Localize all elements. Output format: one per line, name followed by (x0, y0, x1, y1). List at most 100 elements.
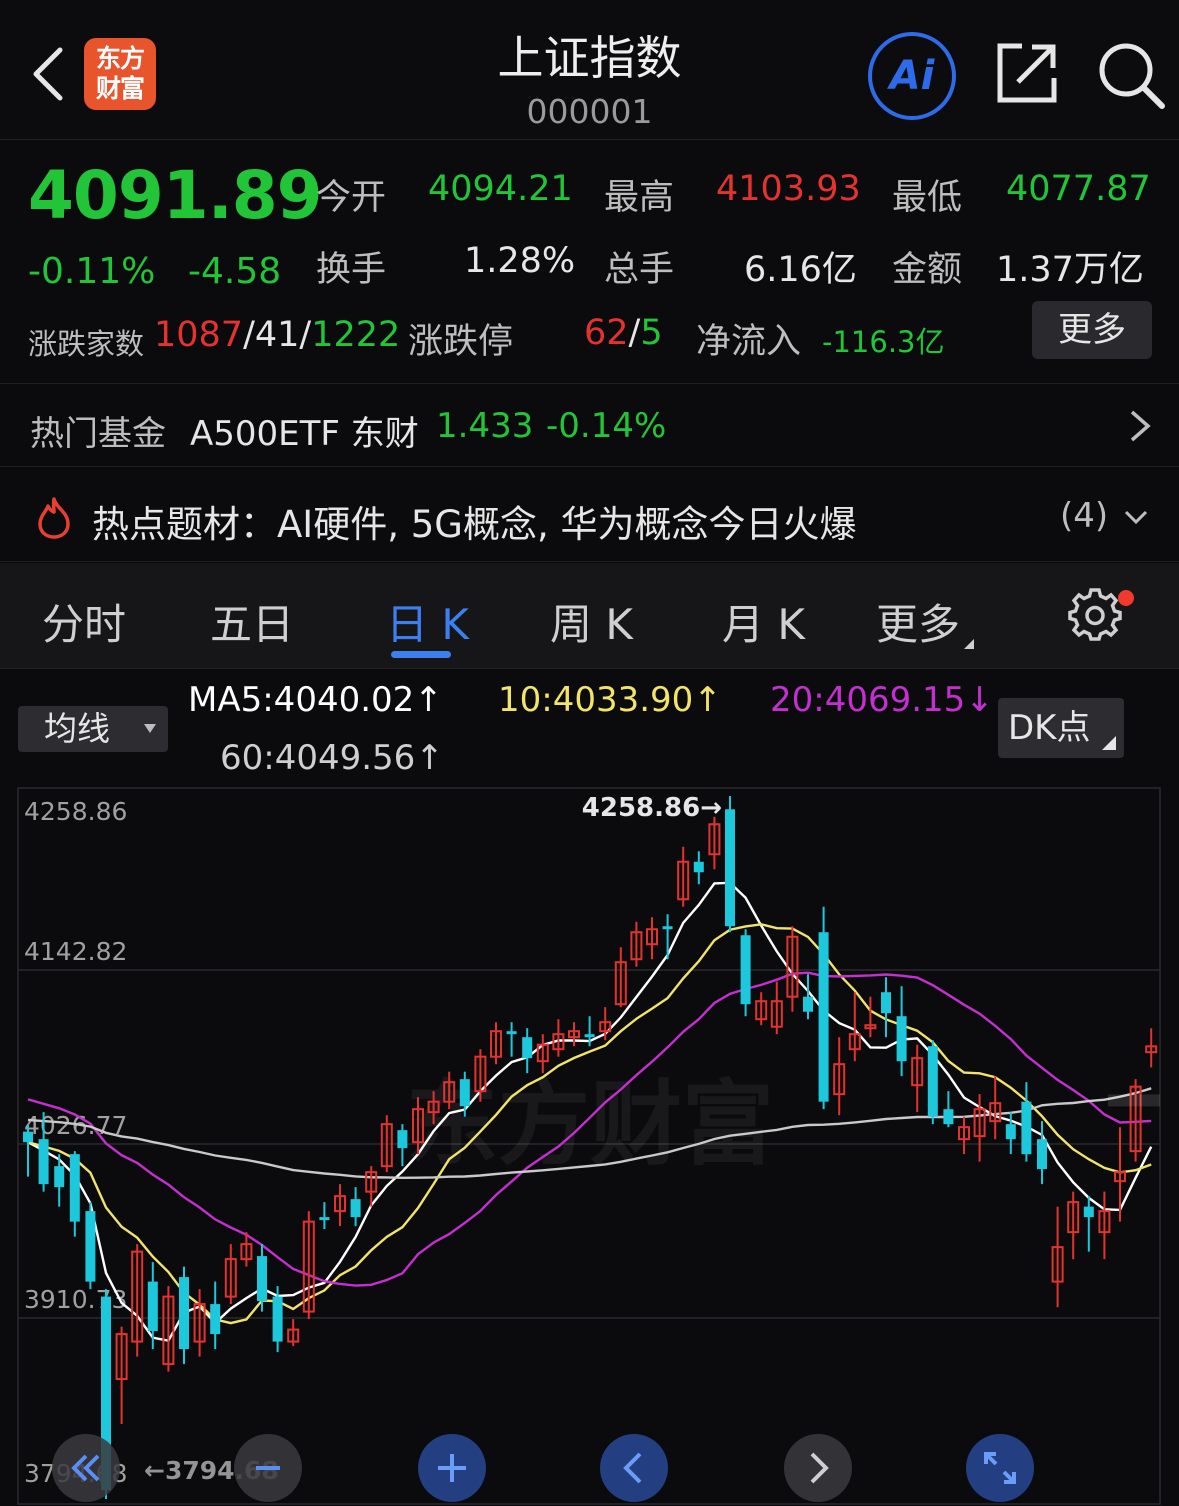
candle (506, 1022, 517, 1057)
hot-topic-count: (4) (1060, 496, 1109, 536)
candle (1083, 1196, 1094, 1252)
candle (1098, 1191, 1111, 1260)
candle-body (1005, 1124, 1016, 1140)
share-icon[interactable] (994, 40, 1060, 106)
dk-point-button[interactable]: DK点 (998, 698, 1124, 758)
indicator-select[interactable]: 均线 (18, 706, 168, 752)
breadth-flat: 41 (254, 315, 300, 355)
notification-dot (1118, 590, 1134, 606)
candle-body (522, 1037, 533, 1059)
quote-panel: 4091.89 -0.11% -4.58 今开 4094.21 最高 4103.… (0, 141, 1179, 382)
candle (614, 947, 627, 1008)
gear-icon[interactable] (1068, 588, 1122, 642)
candle (536, 1034, 549, 1074)
chart-period-tabs: 分时 五日 日 K 周 K 月 K 更多 (0, 563, 1179, 669)
hot-fund-label: 热门基金 (30, 414, 166, 454)
chevron-down-icon[interactable] (1122, 506, 1150, 528)
hot-fund-change: -0.14% (546, 406, 667, 446)
chevron-right-icon (1130, 410, 1151, 442)
change-percent: -0.11% (28, 251, 156, 292)
tab-monthly-k[interactable]: 月 K (722, 591, 805, 652)
candle (833, 1037, 846, 1116)
header-bar: 东方 财富 上证指数 000001 Ai (0, 0, 1179, 140)
double-chevron-left-icon (71, 1454, 100, 1482)
candle-body (272, 1296, 283, 1342)
candle-body (459, 1079, 470, 1107)
tab-daily-k[interactable]: 日 K (386, 591, 469, 652)
hot-fund-name: A500ETF 东财 (190, 414, 419, 454)
hot-topic-row[interactable]: 热点题材：AI硬件, 5G概念, 华为概念今日火爆 (4) (0, 468, 1179, 562)
caret-icon (964, 639, 975, 649)
amount-value: 1.37万亿 (996, 250, 1144, 290)
candle-body (927, 1046, 938, 1117)
y-tick-label: 4258.86 (24, 797, 127, 826)
ma20-value: 20:4069.15↓ (770, 680, 994, 720)
candle (287, 1319, 300, 1347)
candle-body (506, 1031, 517, 1035)
candle-body (54, 1166, 65, 1188)
high-label: 最高 (604, 178, 675, 218)
fullscreen-button[interactable] (966, 1434, 1034, 1502)
y-tick-label: 3910.73 (24, 1285, 127, 1314)
hot-topic-text: 热点题材：AI硬件, 5G概念, 华为概念今日火爆 (92, 503, 857, 546)
candle-body (943, 1109, 954, 1125)
tab-intraday[interactable]: 分时 (42, 591, 126, 652)
candle (693, 851, 704, 885)
breadth-up: 1087 (154, 315, 244, 355)
tab-five-day[interactable]: 五日 (210, 591, 294, 652)
candle (1114, 1127, 1126, 1222)
candle (755, 992, 768, 1026)
tab-weekly-k[interactable]: 周 K (550, 591, 633, 652)
candle (302, 1211, 315, 1320)
candle (662, 914, 673, 960)
candle-body (85, 1211, 96, 1282)
candle-body (803, 996, 813, 1012)
candle (989, 1076, 1002, 1140)
candle (677, 846, 690, 907)
scroll-right-button[interactable] (784, 1434, 852, 1502)
candle (725, 796, 735, 933)
candle (1145, 1028, 1158, 1068)
scroll-left-button[interactable] (600, 1434, 668, 1502)
candlestick-chart-svg: 东方财富 4258.864142.824026.773910.733794.68… (17, 787, 1161, 1505)
low-label: 最低 (892, 178, 963, 218)
open-value: 4094.21 (428, 169, 573, 209)
ma60-value: 60:4049.56↑ (220, 738, 444, 778)
candle (147, 1262, 158, 1350)
ma10-value: 10:4033.90↑ (498, 680, 722, 720)
candle (740, 929, 751, 1017)
hot-fund-row[interactable]: 热门基金 A500ETF 东财 1.433 -0.14% (0, 383, 1179, 467)
candle-body (319, 1217, 330, 1221)
limit-up: 62 (584, 313, 629, 353)
candle (818, 906, 829, 1110)
search-icon[interactable] (1096, 40, 1166, 110)
breadth-down: 1222 (311, 315, 401, 355)
amount-label: 金额 (892, 250, 963, 290)
candle (552, 1019, 565, 1057)
dropdown-caret-icon (144, 724, 156, 733)
tab-more[interactable]: 更多 (876, 591, 975, 652)
candle (1021, 1082, 1032, 1162)
candle (568, 1022, 580, 1047)
candle-body (257, 1256, 267, 1302)
zoom-in-button[interactable] (418, 1434, 486, 1502)
candle (23, 1124, 33, 1177)
candle-body (179, 1277, 189, 1350)
candle (334, 1184, 346, 1227)
candle (911, 1044, 924, 1113)
candle-body (1083, 1206, 1094, 1218)
low-value: 4077.87 (1006, 169, 1151, 209)
candle (803, 974, 813, 1020)
candle-body (693, 861, 704, 873)
zoom-out-button[interactable] (234, 1434, 302, 1502)
zoom-out-fast-button[interactable] (52, 1434, 120, 1502)
candle (193, 1289, 206, 1357)
y-tick-label: 4142.82 (24, 937, 127, 966)
candlestick-chart[interactable]: 东方财富 4258.864142.824026.773910.733794.68… (0, 786, 1179, 1506)
ai-assistant-button[interactable]: Ai (868, 32, 956, 120)
volume-label: 总手 (604, 250, 675, 290)
candle (864, 996, 877, 1038)
active-tab-indicator (391, 651, 451, 658)
more-stats-button[interactable]: 更多 (1032, 301, 1152, 359)
corner-triangle-icon (1102, 736, 1116, 750)
